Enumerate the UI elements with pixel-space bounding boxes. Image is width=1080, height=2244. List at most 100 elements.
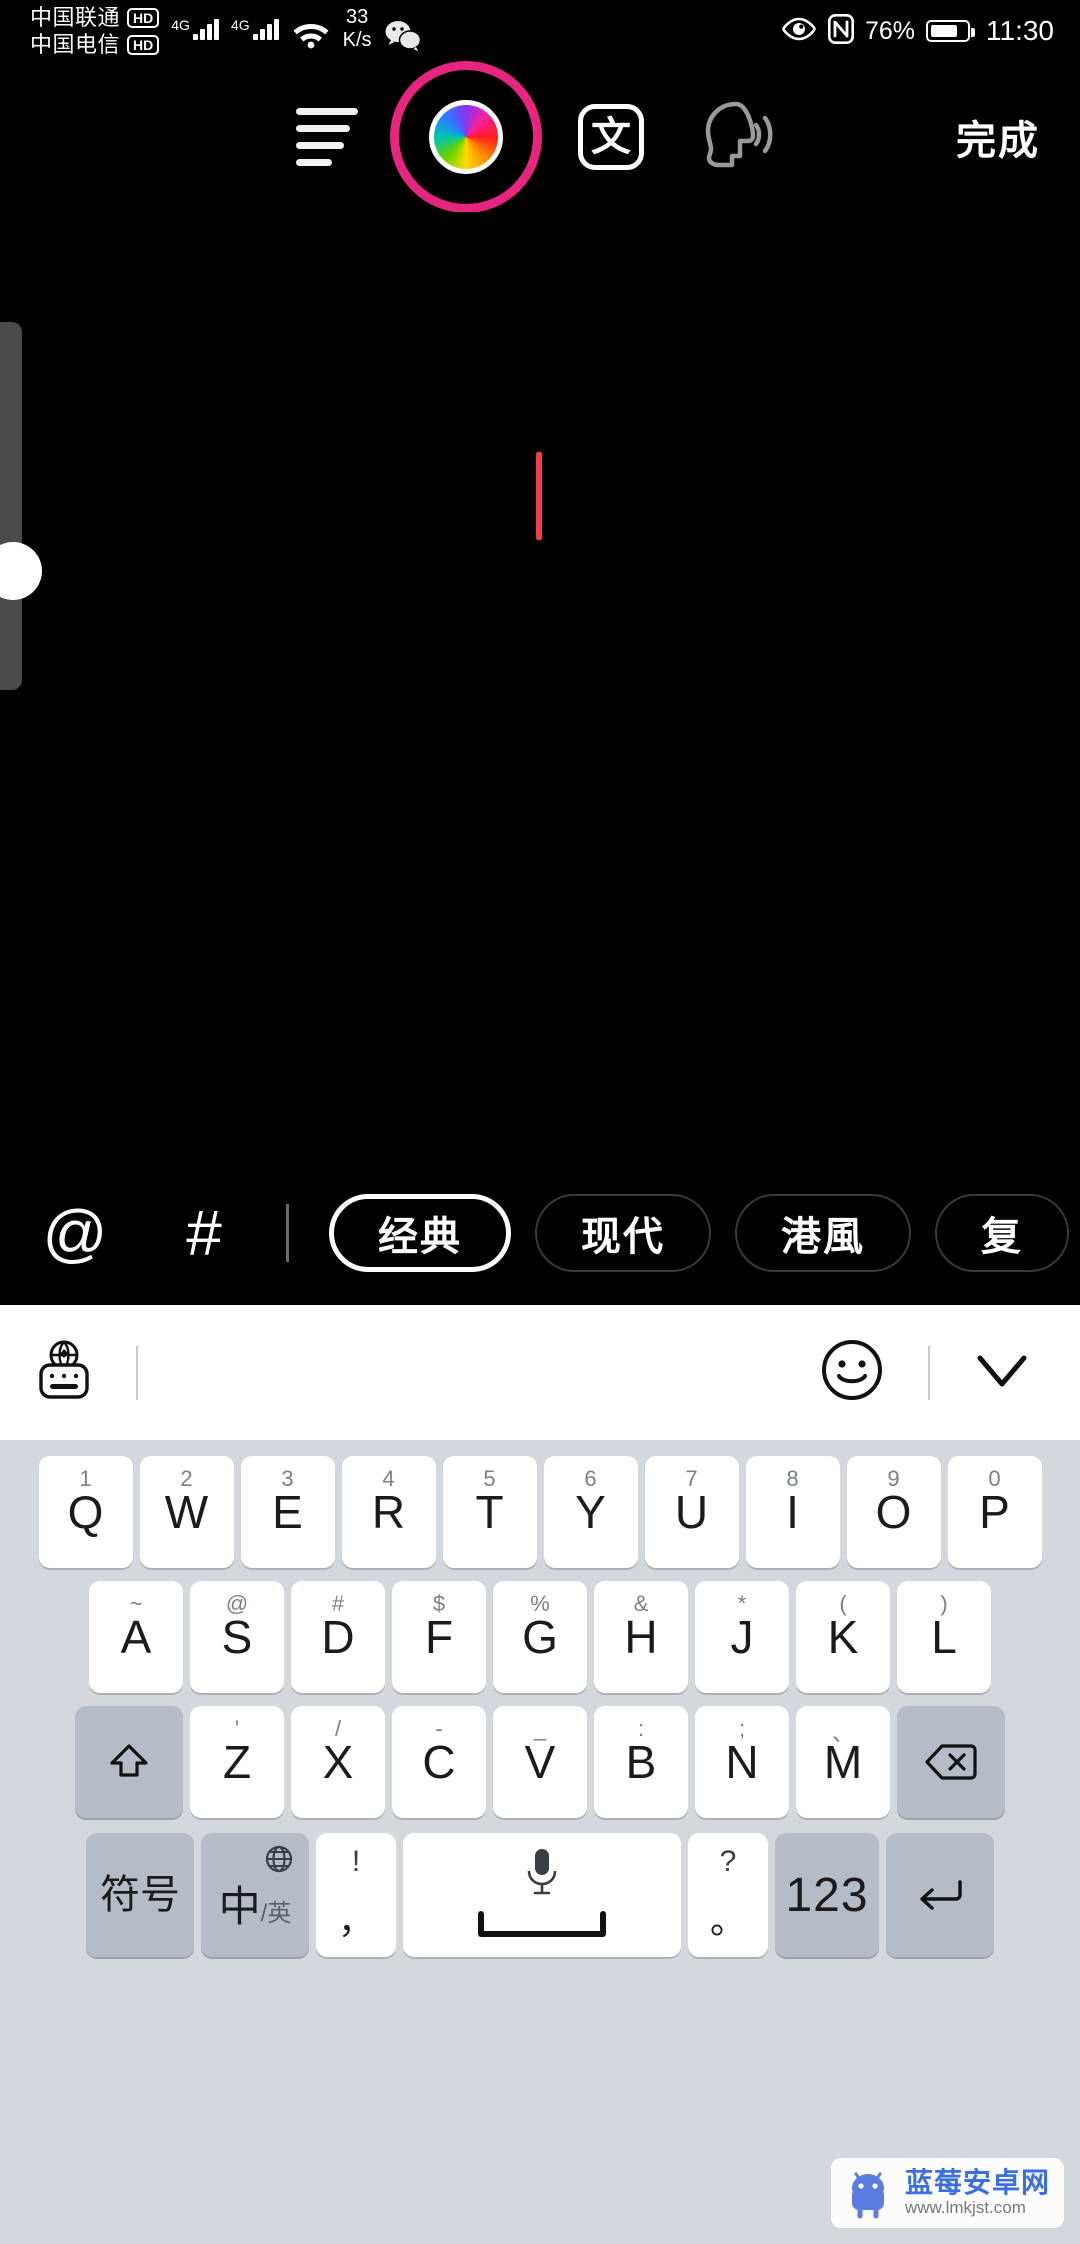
mention-button[interactable]: @ — [28, 1201, 122, 1265]
key-Y[interactable]: 6Y — [543, 1456, 638, 1568]
side-handle-knob[interactable] — [0, 542, 42, 600]
emoji-smiley-icon[interactable] — [820, 1338, 884, 1407]
key-main-label: W — [164, 1486, 209, 1538]
enter-return-icon[interactable] — [886, 1833, 994, 1957]
backspace-icon[interactable] — [897, 1706, 1005, 1818]
key-K[interactable]: (K — [796, 1581, 890, 1693]
key-O[interactable]: 9O — [846, 1456, 941, 1568]
color-picker-button[interactable] — [390, 61, 542, 213]
key-B[interactable]: :B — [594, 1706, 688, 1818]
key-main-label: T — [475, 1486, 504, 1538]
style-chip[interactable]: 经典 — [329, 1193, 511, 1272]
key-X[interactable]: / X — [291, 1706, 385, 1818]
color-wheel-icon — [429, 100, 503, 174]
language-main-label: 中 — [218, 1882, 261, 1930]
watermark-url: www.lmkjst.com — [904, 2198, 1026, 2218]
key-sup-label: ; — [738, 1716, 746, 1741]
microphone-icon — [522, 1845, 562, 1904]
editor-toolbar: 文 完成 — [0, 61, 1080, 213]
signal-bars-icon-1 — [192, 19, 219, 40]
key-G[interactable]: % G — [493, 1581, 587, 1693]
hd-badge-2: HD — [127, 34, 160, 55]
carrier-row-2: 中国电信 HD — [30, 32, 160, 57]
carrier-name-1: 中国联通 — [30, 5, 121, 30]
key-A[interactable]: ~ A — [89, 1581, 183, 1693]
key-sup-label: - — [435, 1716, 443, 1741]
space-key[interactable] — [403, 1833, 681, 1957]
style-chip-label: 现代 — [581, 1214, 665, 1259]
period-key[interactable]: ? 。 — [688, 1833, 768, 1957]
key-sup-label: / — [334, 1716, 342, 1741]
key-S[interactable]: @ S — [190, 1581, 284, 1693]
network-speed-unit: K/s — [342, 29, 372, 51]
numeric-key[interactable]: 123 — [775, 1833, 879, 1957]
style-chip[interactable]: 港風 — [735, 1193, 911, 1272]
text-align-icon[interactable] — [296, 108, 358, 166]
key-sup-label: 1 — [79, 1466, 92, 1491]
key-Q[interactable]: 1Q — [38, 1456, 133, 1568]
network-type-1: 4G — [171, 17, 190, 33]
key-J[interactable]: * J — [695, 1581, 789, 1693]
key-M[interactable]: 、 M — [796, 1706, 890, 1818]
style-chip[interactable]: 现代 — [535, 1193, 711, 1272]
key-I[interactable]: 8I — [745, 1456, 840, 1568]
style-chip-label: 经典 — [378, 1214, 462, 1259]
key-T[interactable]: 5T — [442, 1456, 537, 1568]
key-E[interactable]: 3E — [240, 1456, 335, 1568]
keyboard-row-2: ~ A @ S # D $ F% G & H * J(K) L — [0, 1581, 1080, 1693]
globe-icon — [265, 1845, 293, 1878]
done-button[interactable]: 完成 — [956, 108, 1040, 166]
key-main-label: S — [221, 1611, 253, 1663]
key-Z[interactable]: ' Z — [190, 1706, 284, 1818]
signal-indicator-2: 4G — [231, 18, 279, 40]
style-chip[interactable]: 复 — [935, 1193, 1069, 1272]
key-F[interactable]: $ F — [392, 1581, 486, 1693]
symbols-key[interactable]: 符号 — [86, 1833, 194, 1957]
globe-keyboard-icon[interactable] — [36, 1339, 92, 1406]
key-N[interactable]: ; N — [695, 1706, 789, 1818]
keyboard-toolbar — [0, 1305, 1080, 1440]
key-main-label: A — [120, 1611, 152, 1663]
wifi-icon — [291, 17, 331, 54]
key-L[interactable]: ) L — [897, 1581, 991, 1693]
shift-up-icon[interactable] — [75, 1706, 183, 1818]
network-speed-value: 33 — [345, 6, 369, 28]
style-chip-label: 复 — [981, 1214, 1023, 1259]
key-main-label: C — [422, 1736, 456, 1788]
text-canvas[interactable] — [0, 212, 1080, 1304]
key-D[interactable]: # D — [291, 1581, 385, 1693]
key-sup-label: @ — [225, 1591, 249, 1616]
status-bar-left: 中国联通 HD 中国电信 HD 4G 4G 33 K/s — [30, 5, 422, 57]
key-P[interactable]: 0P — [947, 1456, 1042, 1568]
key-sup-label: 8 — [786, 1466, 799, 1491]
text-style-button[interactable]: 文 — [578, 104, 644, 170]
key-V[interactable]: _ V — [493, 1706, 587, 1818]
key-main-label: G — [522, 1611, 558, 1663]
key-U[interactable]: 7U — [644, 1456, 739, 1568]
carrier-list: 中国联通 HD 中国电信 HD — [30, 5, 160, 57]
chevron-down-icon[interactable] — [974, 1350, 1030, 1395]
language-toggle-key[interactable]: 中 /英 — [201, 1833, 309, 1957]
key-sup-label: 4 — [382, 1466, 395, 1491]
side-drag-handle[interactable] — [0, 322, 22, 690]
status-bar-right: 76% 11:30 — [781, 13, 1054, 49]
key-H[interactable]: & H — [594, 1581, 688, 1693]
language-sub-label: /英 — [260, 1899, 292, 1927]
key-sup-label: ~ — [129, 1591, 143, 1616]
key-main-label: Y — [575, 1486, 606, 1538]
text-style-label: 文 — [591, 115, 631, 159]
key-sup-label: _ — [533, 1716, 547, 1741]
keyboard-toolbar-divider-left — [136, 1345, 138, 1400]
speech-head-icon[interactable] — [690, 98, 776, 177]
wechat-icon — [384, 19, 422, 56]
hashtag-button[interactable]: # — [162, 1201, 246, 1265]
battery-percent-label: 76% — [864, 16, 915, 45]
key-C[interactable]: -C — [392, 1706, 486, 1818]
key-W[interactable]: 2W — [139, 1456, 234, 1568]
key-main-label: O — [875, 1486, 912, 1538]
battery-icon — [926, 20, 975, 42]
site-watermark: 蓝莓安卓网 www.lmkjst.com — [830, 2158, 1064, 2228]
key-main-label: X — [322, 1736, 354, 1788]
key-R[interactable]: 4R — [341, 1456, 436, 1568]
comma-key[interactable]: ! ， — [316, 1833, 396, 1957]
